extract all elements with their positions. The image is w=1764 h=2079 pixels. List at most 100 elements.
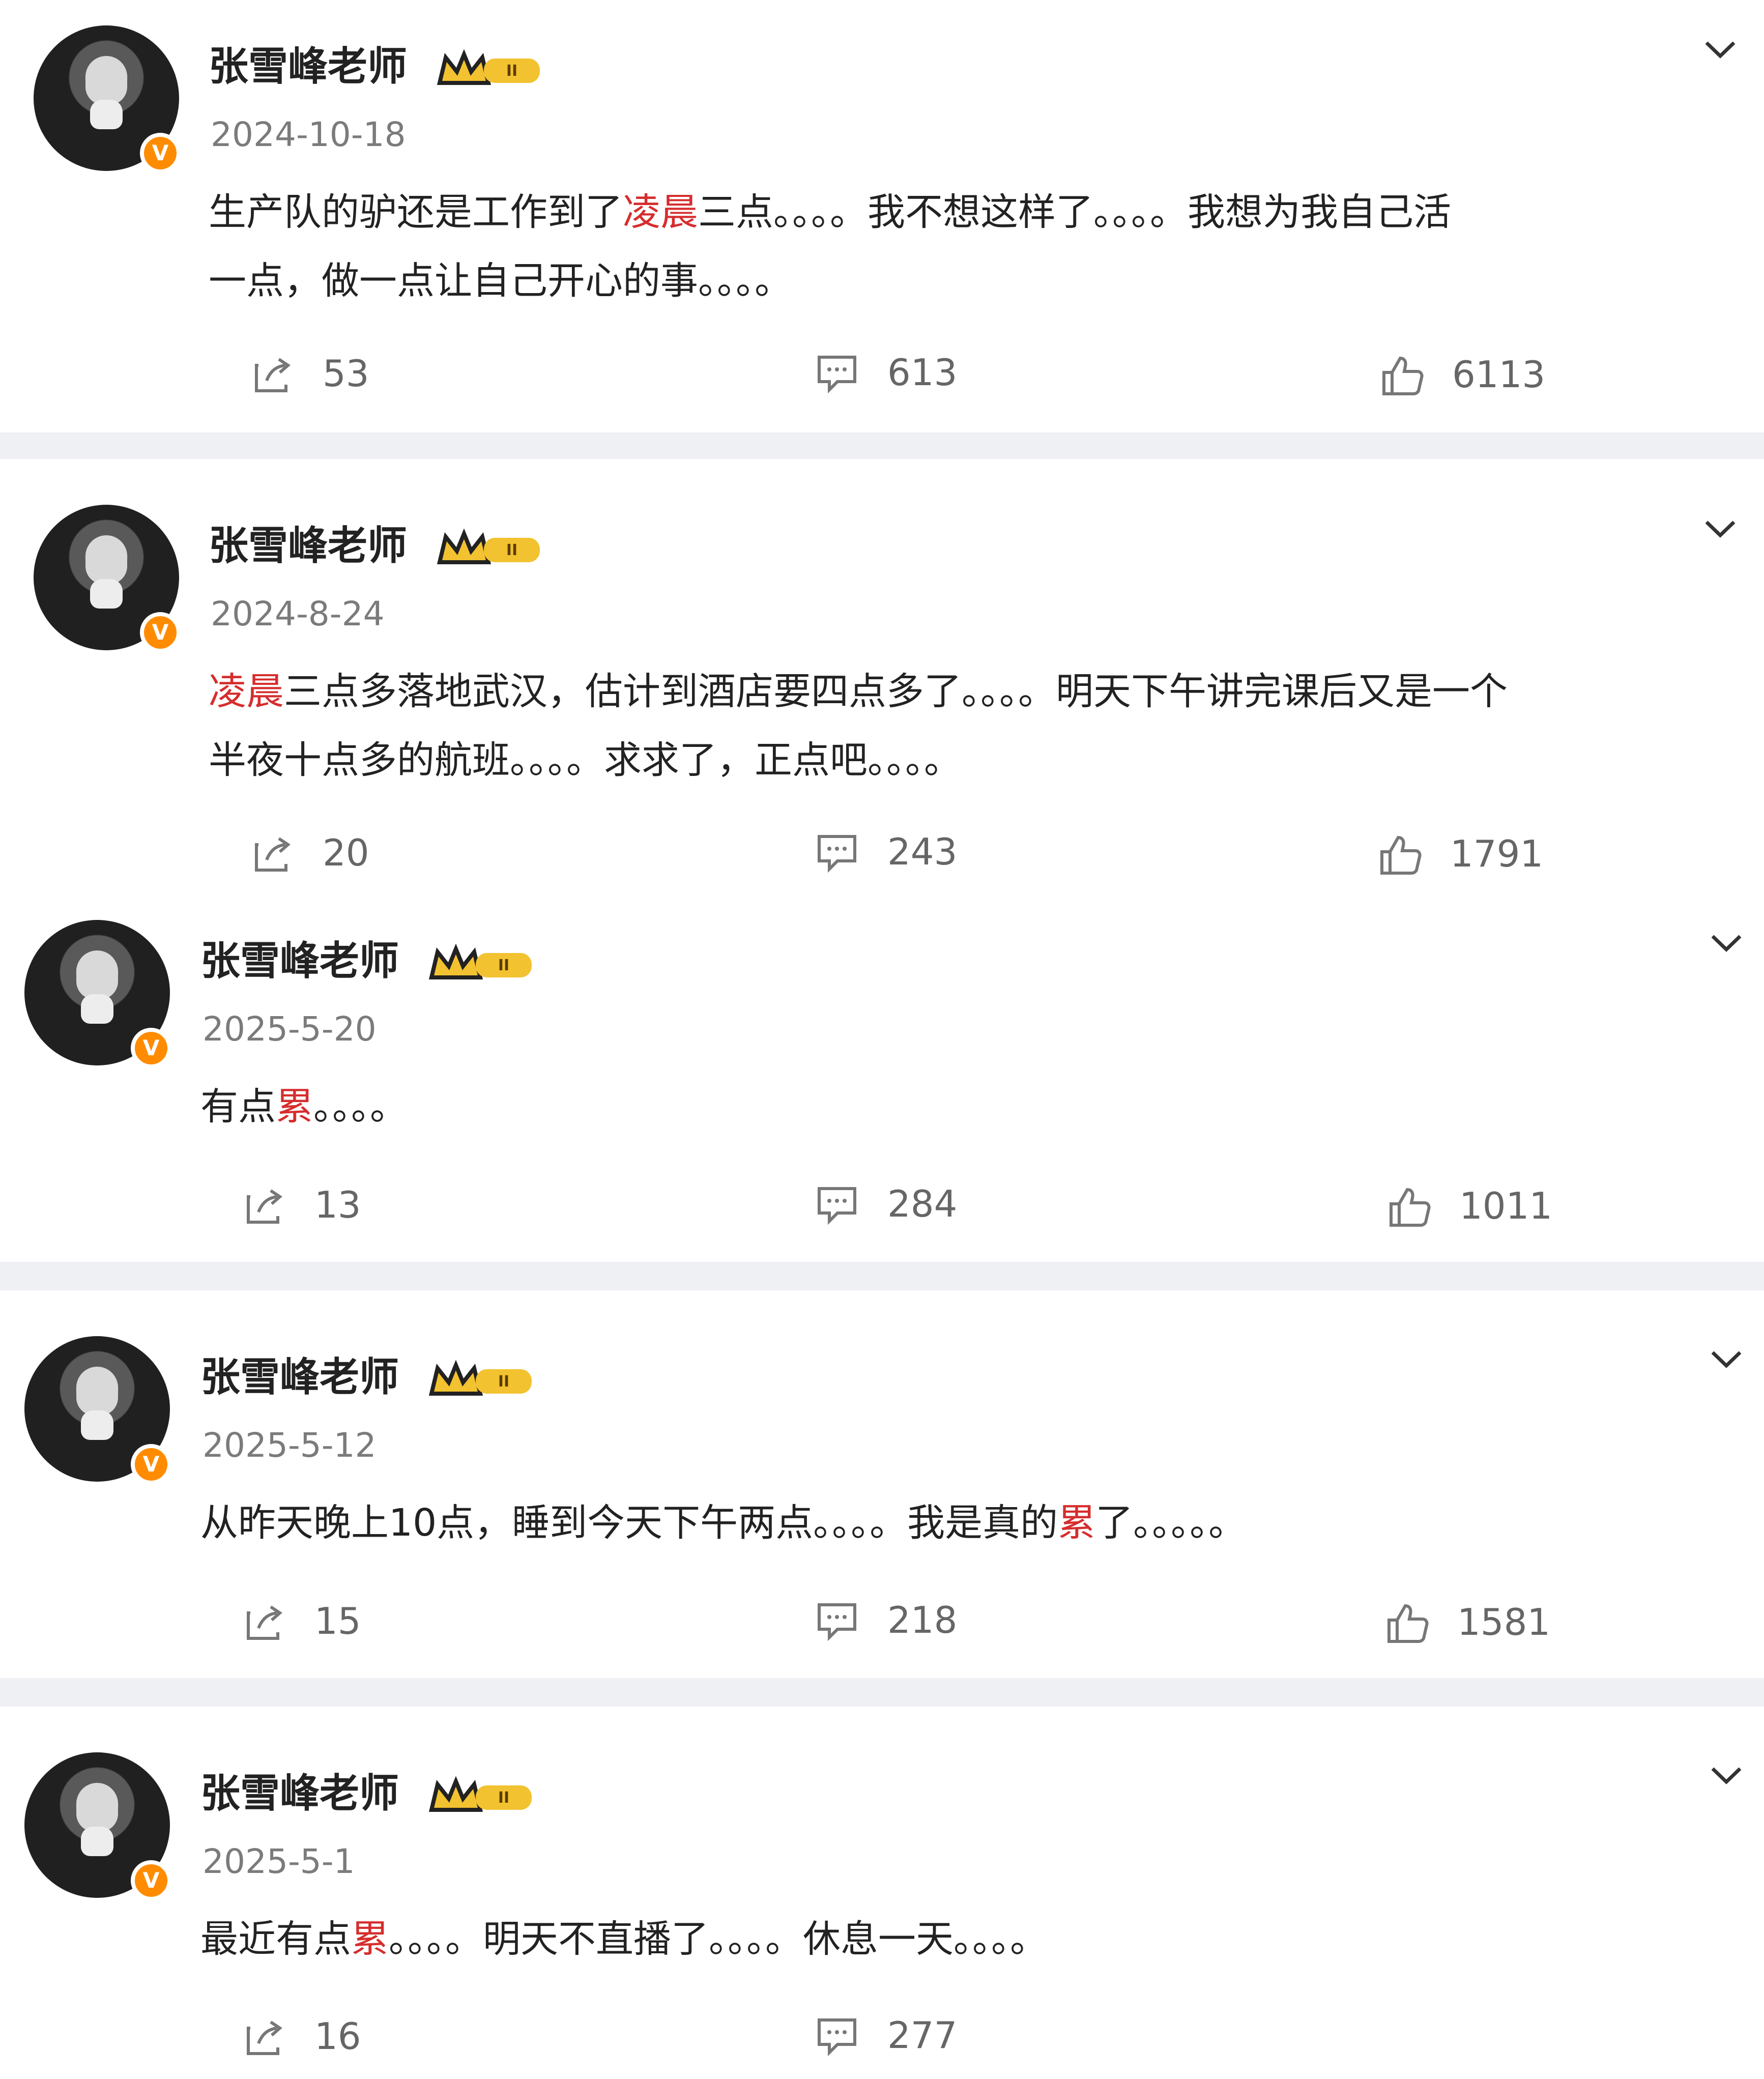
post-text-segment: 。。。。明天不直播了。。。。休息一天。。。。 — [389, 1917, 1048, 1961]
comment-button[interactable]: 218 — [814, 1598, 997, 1643]
comment-button[interactable]: 284 — [814, 1181, 997, 1227]
post-text-segment: 三点多落地武汉，估计到酒店要四点多了。。。。明天下午讲完课后又是一个 — [284, 670, 1508, 713]
share-count: 16 — [314, 2015, 361, 2058]
chevron-down-icon[interactable] — [1703, 39, 1737, 60]
highlighted-keyword: 凌晨 — [623, 190, 698, 234]
post-divider — [0, 1262, 1764, 1290]
like-count: 1011 — [1459, 1185, 1553, 1227]
share-icon — [255, 358, 291, 392]
share-button[interactable]: 16 — [241, 2014, 404, 2060]
chevron-down-icon[interactable] — [1703, 518, 1737, 539]
svg-text:II: II — [506, 541, 517, 559]
username[interactable]: 张雪峰老师 — [200, 941, 399, 981]
post-card: V 张雪峰老师 II 2024-8-24 凌晨三点多落地武汉，估计到酒店要四点多… — [0, 459, 1764, 902]
svg-text:II: II — [506, 62, 517, 80]
avatar-face — [76, 1367, 118, 1416]
thumb-up-icon — [1380, 835, 1422, 875]
username[interactable]: 张雪峰老师 — [200, 1358, 399, 1397]
verified-badge-icon: V — [131, 1860, 171, 1901]
like-count: 6113 — [1452, 353, 1546, 396]
post-text-segment: 。。。。 — [313, 1085, 408, 1129]
post-date: 2025-5-12 — [203, 1426, 377, 1465]
username[interactable]: 张雪峰老师 — [200, 1774, 399, 1813]
comment-count: 218 — [887, 1599, 958, 1641]
like-button[interactable]: 6113 — [1379, 352, 1593, 398]
share-button[interactable]: 20 — [249, 830, 412, 876]
post-text-segment: 有点 — [200, 1085, 276, 1129]
post-text-segment: 半夜十点多的航班。。。。求求了，正点吧。。。。 — [209, 738, 962, 782]
avatar-hands — [81, 1827, 113, 1856]
avatar-hands — [90, 100, 123, 129]
comment-icon — [818, 835, 856, 873]
post-divider — [0, 432, 1764, 459]
avatar-face — [85, 56, 127, 105]
highlighted-keyword: 累 — [1058, 1501, 1096, 1545]
post-text-line: 凌晨三点多落地武汉，估计到酒店要四点多了。。。。明天下午讲完课后又是一个 — [209, 673, 1508, 710]
comment-icon — [818, 1603, 856, 1641]
post-text-line: 生产队的驴还是工作到了凌晨三点。。。。我不想这样了。。。。我想为我自己活 — [209, 193, 1451, 231]
highlighted-keyword: 凌晨 — [209, 670, 284, 713]
chevron-down-icon[interactable] — [1710, 932, 1743, 954]
post-card: V 张雪峰老师 II 2025-5-12 从昨天晚上10点，睡到今天下午两点。。… — [0, 1290, 1764, 1678]
verified-badge-icon: V — [140, 133, 181, 174]
crown-rank-badge-icon: II — [428, 1360, 532, 1396]
thumb-up-icon — [1390, 1188, 1431, 1227]
avatar-hands — [81, 1410, 113, 1440]
verified-badge-icon: V — [140, 612, 181, 653]
post-text-line: 从昨天晚上10点，睡到今天下午两点。。。。我是真的累了。。。。。 — [200, 1504, 1246, 1542]
thumb-up-icon — [1382, 356, 1424, 395]
post-date: 2025-5-1 — [203, 1842, 355, 1881]
like-button[interactable]: 1011 — [1386, 1183, 1600, 1229]
like-button[interactable]: 1581 — [1384, 1600, 1598, 1645]
crown-rank-badge-icon: II — [437, 529, 540, 564]
comment-count: 277 — [887, 2014, 958, 2057]
highlighted-keyword: 累 — [351, 1917, 389, 1961]
comment-button[interactable]: 243 — [814, 829, 997, 875]
comment-button[interactable]: 277 — [814, 2013, 997, 2059]
post-date: 2024-8-24 — [211, 594, 385, 633]
post-text-segment: 三点。。。。我不想这样了。。。。我想为我自己活 — [698, 190, 1451, 234]
avatar-face — [76, 1783, 118, 1832]
chevron-down-icon[interactable] — [1710, 1765, 1743, 1786]
svg-text:II: II — [498, 1373, 509, 1391]
chevron-down-icon[interactable] — [1710, 1348, 1743, 1370]
share-icon — [247, 1189, 282, 1224]
thumb-up-icon — [1387, 1604, 1429, 1643]
comment-count: 613 — [887, 351, 958, 394]
post-text-segment: 了。。。。。 — [1095, 1501, 1247, 1545]
avatar-face — [85, 535, 127, 584]
username[interactable]: 张雪峰老师 — [209, 47, 407, 86]
crown-rank-badge-icon: II — [428, 1776, 532, 1812]
post-divider — [0, 1678, 1764, 1707]
post-date: 2025-5-20 — [203, 1009, 377, 1049]
post-date: 2024-10-18 — [211, 115, 406, 154]
post-text-line: 最近有点累。。。。明天不直播了。。。。休息一天。。。。 — [200, 1920, 1048, 1958]
post-text-segment: 生产队的驴还是工作到了 — [209, 190, 623, 234]
share-icon — [247, 1605, 282, 1640]
comment-count: 284 — [887, 1182, 958, 1225]
crown-rank-badge-icon: II — [428, 944, 532, 979]
comment-icon — [818, 356, 856, 394]
verified-badge-icon: V — [131, 1444, 171, 1485]
comment-icon — [818, 1187, 856, 1225]
post-card: V 张雪峰老师 II 2024-10-18 生产队的驴还是工作到了凌晨三点。。。… — [0, 0, 1764, 432]
share-count: 20 — [323, 831, 369, 874]
comment-button[interactable]: 613 — [814, 350, 997, 396]
post-text-line: 有点累。。。。 — [200, 1088, 408, 1125]
share-button[interactable]: 15 — [241, 1599, 404, 1644]
crown-rank-badge-icon: II — [437, 49, 540, 85]
comment-icon — [818, 2018, 856, 2057]
weibo-post-feed: V 张雪峰老师 II 2024-10-18 生产队的驴还是工作到了凌晨三点。。。… — [0, 0, 1764, 2079]
username[interactable]: 张雪峰老师 — [209, 526, 407, 566]
post-text-line: 一点，做一点让自己开心的事。。。。 — [209, 262, 792, 300]
like-count: 1581 — [1457, 1601, 1551, 1643]
svg-text:II: II — [498, 1789, 509, 1807]
post-text-line: 半夜十点多的航班。。。。求求了，正点吧。。。。 — [209, 741, 962, 779]
share-button[interactable]: 13 — [241, 1182, 404, 1228]
post-text-segment: 最近有点 — [200, 1917, 351, 1961]
svg-text:II: II — [498, 957, 509, 974]
like-button[interactable]: 1791 — [1377, 831, 1591, 877]
comment-count: 243 — [887, 830, 958, 873]
share-count: 15 — [314, 1600, 361, 1642]
share-button[interactable]: 53 — [249, 351, 412, 397]
